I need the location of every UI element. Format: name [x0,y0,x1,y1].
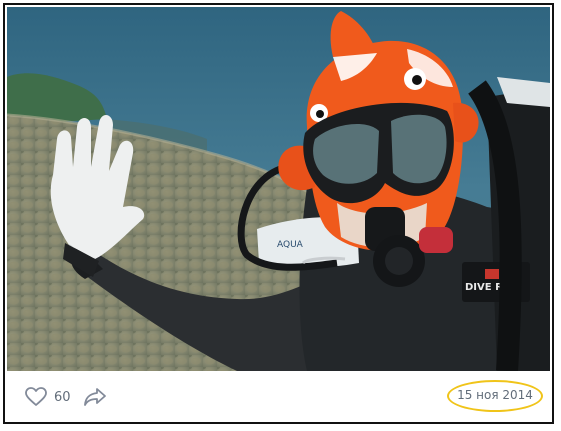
post-date[interactable]: 15 ноя 2014 [447,388,543,402]
bcd-brand-text: AQUA [277,240,304,250]
share-button[interactable] [84,387,106,411]
mask-lens-right [391,114,447,184]
like-button[interactable]: 60 [25,387,71,407]
post-card: AQUA DIVE RITE 60 15 ноя 2014 [3,3,554,424]
date-highlight: 15 ноя 2014 [447,380,543,412]
share-arrow-icon [84,388,106,406]
heart-outline-icon [25,387,47,406]
post-photo[interactable]: AQUA DIVE RITE [7,7,550,371]
diver-photo-illustration: AQUA DIVE RITE [7,7,550,371]
post-footer: 60 15 ноя 2014 [5,373,552,422]
like-count: 60 [54,389,71,405]
